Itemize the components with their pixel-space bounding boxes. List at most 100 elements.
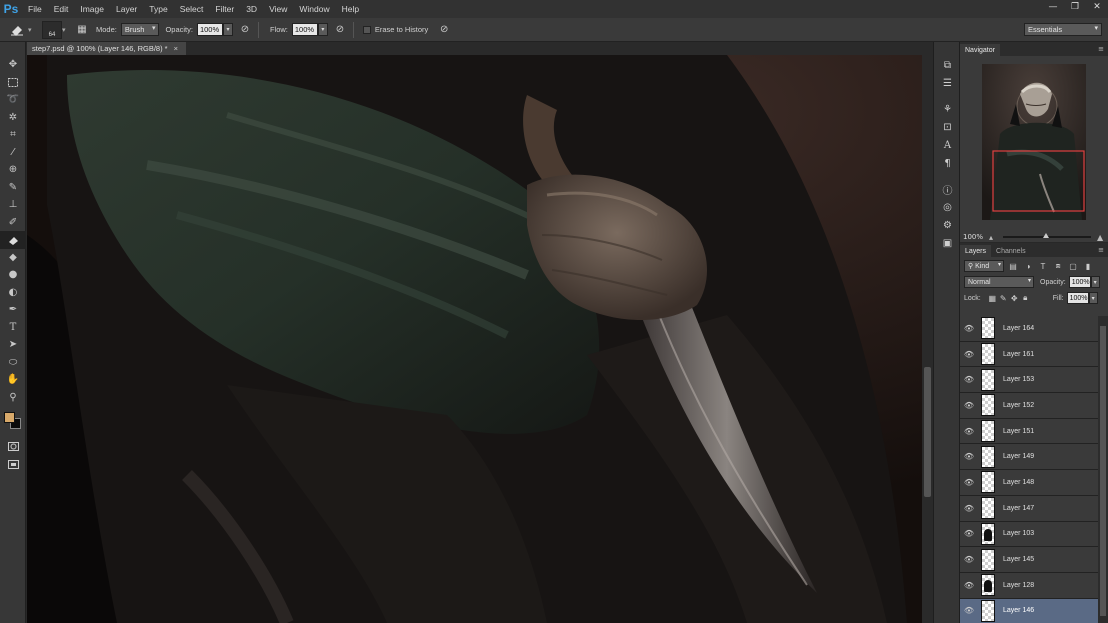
blur-icon[interactable]: ● xyxy=(0,266,26,284)
mode-select[interactable]: Brush xyxy=(120,23,160,36)
ellipse-shape-icon[interactable]: ⬭ xyxy=(0,354,26,372)
hand-icon[interactable]: ✋ xyxy=(0,371,26,389)
type-filter-icon[interactable]: T xyxy=(1037,260,1049,272)
paragraph-icon[interactable]: ¶ xyxy=(934,154,961,172)
styles-icon[interactable]: ⚙ xyxy=(934,216,961,234)
menu-image[interactable]: Image xyxy=(74,4,110,14)
layer-row[interactable]: 👁︎ Layer 128 xyxy=(960,572,1098,599)
layer-filter-kind-select[interactable]: ⚲ Kind xyxy=(964,260,1004,272)
menu-type[interactable]: Type xyxy=(143,4,173,14)
chevron-down-icon[interactable]: ▾ xyxy=(62,26,70,34)
menu-3d[interactable]: 3D xyxy=(240,4,263,14)
clone-stamp-icon[interactable]: ⊥ xyxy=(0,196,26,214)
visibility-eye-icon[interactable]: 👁︎ xyxy=(960,350,978,359)
history-brush-icon[interactable]: ✐ xyxy=(0,214,26,232)
menu-window[interactable]: Window xyxy=(293,4,335,14)
layer-row[interactable]: 👁︎ Layer 151 xyxy=(960,418,1098,445)
layer-row[interactable]: 👁︎ Layer 145 xyxy=(960,547,1098,573)
smart-object-filter-icon[interactable]: ▢ xyxy=(1067,260,1079,272)
tab-navigator[interactable]: Navigator xyxy=(960,44,1000,56)
adjustment-filter-icon[interactable]: ◑ xyxy=(1022,260,1034,272)
close-window-button[interactable]: ✕ xyxy=(1086,0,1108,14)
brush-size-picker[interactable]: 64 xyxy=(42,20,62,39)
document-tab[interactable]: step7.psd @ 100% (Layer 146, RGB/8) * × xyxy=(27,42,186,55)
quick-mask-icon[interactable] xyxy=(0,438,26,456)
visibility-eye-icon[interactable]: 👁︎ xyxy=(960,401,978,410)
visibility-eye-icon[interactable]: 👁︎ xyxy=(960,529,978,538)
lasso-icon[interactable]: ➰ xyxy=(0,91,26,109)
navigator-thumbnail[interactable] xyxy=(982,64,1086,220)
visibility-eye-icon[interactable]: 👁︎ xyxy=(960,427,978,436)
restore-button[interactable]: ❐ xyxy=(1064,0,1086,14)
layer-row[interactable]: 👁︎ Layer 161 xyxy=(960,341,1098,368)
chevron-down-icon[interactable]: ▾ xyxy=(28,26,36,34)
visibility-eye-icon[interactable]: 👁︎ xyxy=(960,375,978,384)
move-icon[interactable]: ✥ xyxy=(0,56,26,74)
info-icon[interactable]: ⓘ xyxy=(934,180,961,198)
zoom-slider-handle[interactable] xyxy=(1043,233,1050,238)
menu-view[interactable]: View xyxy=(263,4,293,14)
eraser-icon[interactable] xyxy=(0,231,26,249)
fill-dropdown[interactable]: ▾ xyxy=(1088,292,1098,304)
brush-panel-toggle-icon[interactable]: ▦ xyxy=(74,22,90,38)
eraser-tool-preset-icon[interactable] xyxy=(6,21,28,39)
shape-filter-icon[interactable]: ⧈ xyxy=(1052,260,1064,272)
layer-row[interactable]: 👁︎ Layer 164 xyxy=(960,316,1098,342)
foreground-color-swatch[interactable] xyxy=(4,412,15,423)
visibility-eye-icon[interactable]: 👁︎ xyxy=(960,581,978,590)
visibility-eye-icon[interactable]: 👁︎ xyxy=(960,324,978,333)
layer-row-selected[interactable]: 👁︎ Layer 146 xyxy=(960,598,1098,623)
healing-brush-icon[interactable]: ⊕ xyxy=(0,161,26,179)
marquee-icon[interactable] xyxy=(0,74,26,92)
visibility-eye-icon[interactable]: 👁︎ xyxy=(960,555,978,564)
close-icon[interactable]: × xyxy=(174,44,178,53)
layer-row[interactable]: 👁︎ Layer 103 xyxy=(960,521,1098,548)
erase-to-history-checkbox[interactable] xyxy=(362,25,371,34)
brush-icon[interactable]: ✎ xyxy=(0,179,26,197)
panel-menu-icon[interactable]: ≡ xyxy=(1098,246,1104,254)
menu-layer[interactable]: Layer xyxy=(110,4,143,14)
layer-row[interactable]: 👁︎ Layer 153 xyxy=(960,367,1098,394)
opacity-field[interactable]: 100% xyxy=(196,23,223,36)
type-icon[interactable]: T xyxy=(0,319,26,337)
layers-scroll-thumb[interactable] xyxy=(1100,326,1106,616)
canvas-vertical-scrollbar[interactable] xyxy=(922,55,933,623)
magic-wand-icon[interactable]: ✲ xyxy=(0,109,26,127)
visibility-eye-icon[interactable]: 👁︎ xyxy=(960,606,978,615)
paint-bucket-icon[interactable]: ◆ xyxy=(0,249,26,267)
visibility-eye-icon[interactable]: 👁︎ xyxy=(960,478,978,487)
workspace-select[interactable]: Essentials xyxy=(1024,23,1102,36)
layer-opacity-field[interactable]: 100% xyxy=(1068,276,1091,288)
lock-all-icon[interactable]: 🔒︎ xyxy=(1020,293,1031,303)
flow-field[interactable]: 100% xyxy=(291,23,318,36)
paragraph-styles-icon[interactable]: ⊡ xyxy=(934,118,961,136)
tab-channels[interactable]: Channels xyxy=(991,245,1031,257)
character-icon[interactable]: A xyxy=(934,136,961,154)
blend-mode-select[interactable]: Normal xyxy=(964,276,1034,288)
filter-toggle-icon[interactable]: ▮ xyxy=(1082,260,1094,272)
pixel-filter-icon[interactable]: ▤ xyxy=(1007,260,1019,272)
zoom-icon[interactable]: ⚲ xyxy=(0,389,26,407)
canvas-scroll-thumb[interactable] xyxy=(924,367,931,497)
document-canvas[interactable] xyxy=(27,55,922,623)
lock-position-icon[interactable]: ✥ xyxy=(1009,294,1020,303)
menu-filter[interactable]: Filter xyxy=(209,4,240,14)
minimize-button[interactable]: — xyxy=(1042,0,1064,14)
visibility-eye-icon[interactable]: 👁︎ xyxy=(960,504,978,513)
screen-mode-icon[interactable] xyxy=(0,456,26,474)
pressure-size-icon[interactable]: ⊘ xyxy=(436,22,452,38)
adjust-icon[interactable]: ☰ xyxy=(934,74,961,92)
layer-row[interactable]: 👁︎ Layer 148 xyxy=(960,470,1098,496)
zoom-slider[interactable] xyxy=(1003,233,1092,238)
menu-select[interactable]: Select xyxy=(174,4,210,14)
pen-icon[interactable]: ✒ xyxy=(0,301,26,319)
history-icon[interactable]: ⧉ xyxy=(934,56,961,74)
layer-row[interactable]: 👁︎ Layer 147 xyxy=(960,495,1098,522)
layers-scrollbar[interactable] xyxy=(1098,316,1108,623)
pressure-opacity-icon[interactable]: ⊘ xyxy=(237,22,253,38)
layer-opacity-dropdown[interactable]: ▾ xyxy=(1090,276,1100,288)
fill-field[interactable]: 100% xyxy=(1066,292,1089,304)
panel-menu-icon[interactable]: ≡ xyxy=(1098,45,1104,53)
menu-help[interactable]: Help xyxy=(336,4,365,14)
lock-transparent-icon[interactable]: ▦ xyxy=(987,294,998,303)
